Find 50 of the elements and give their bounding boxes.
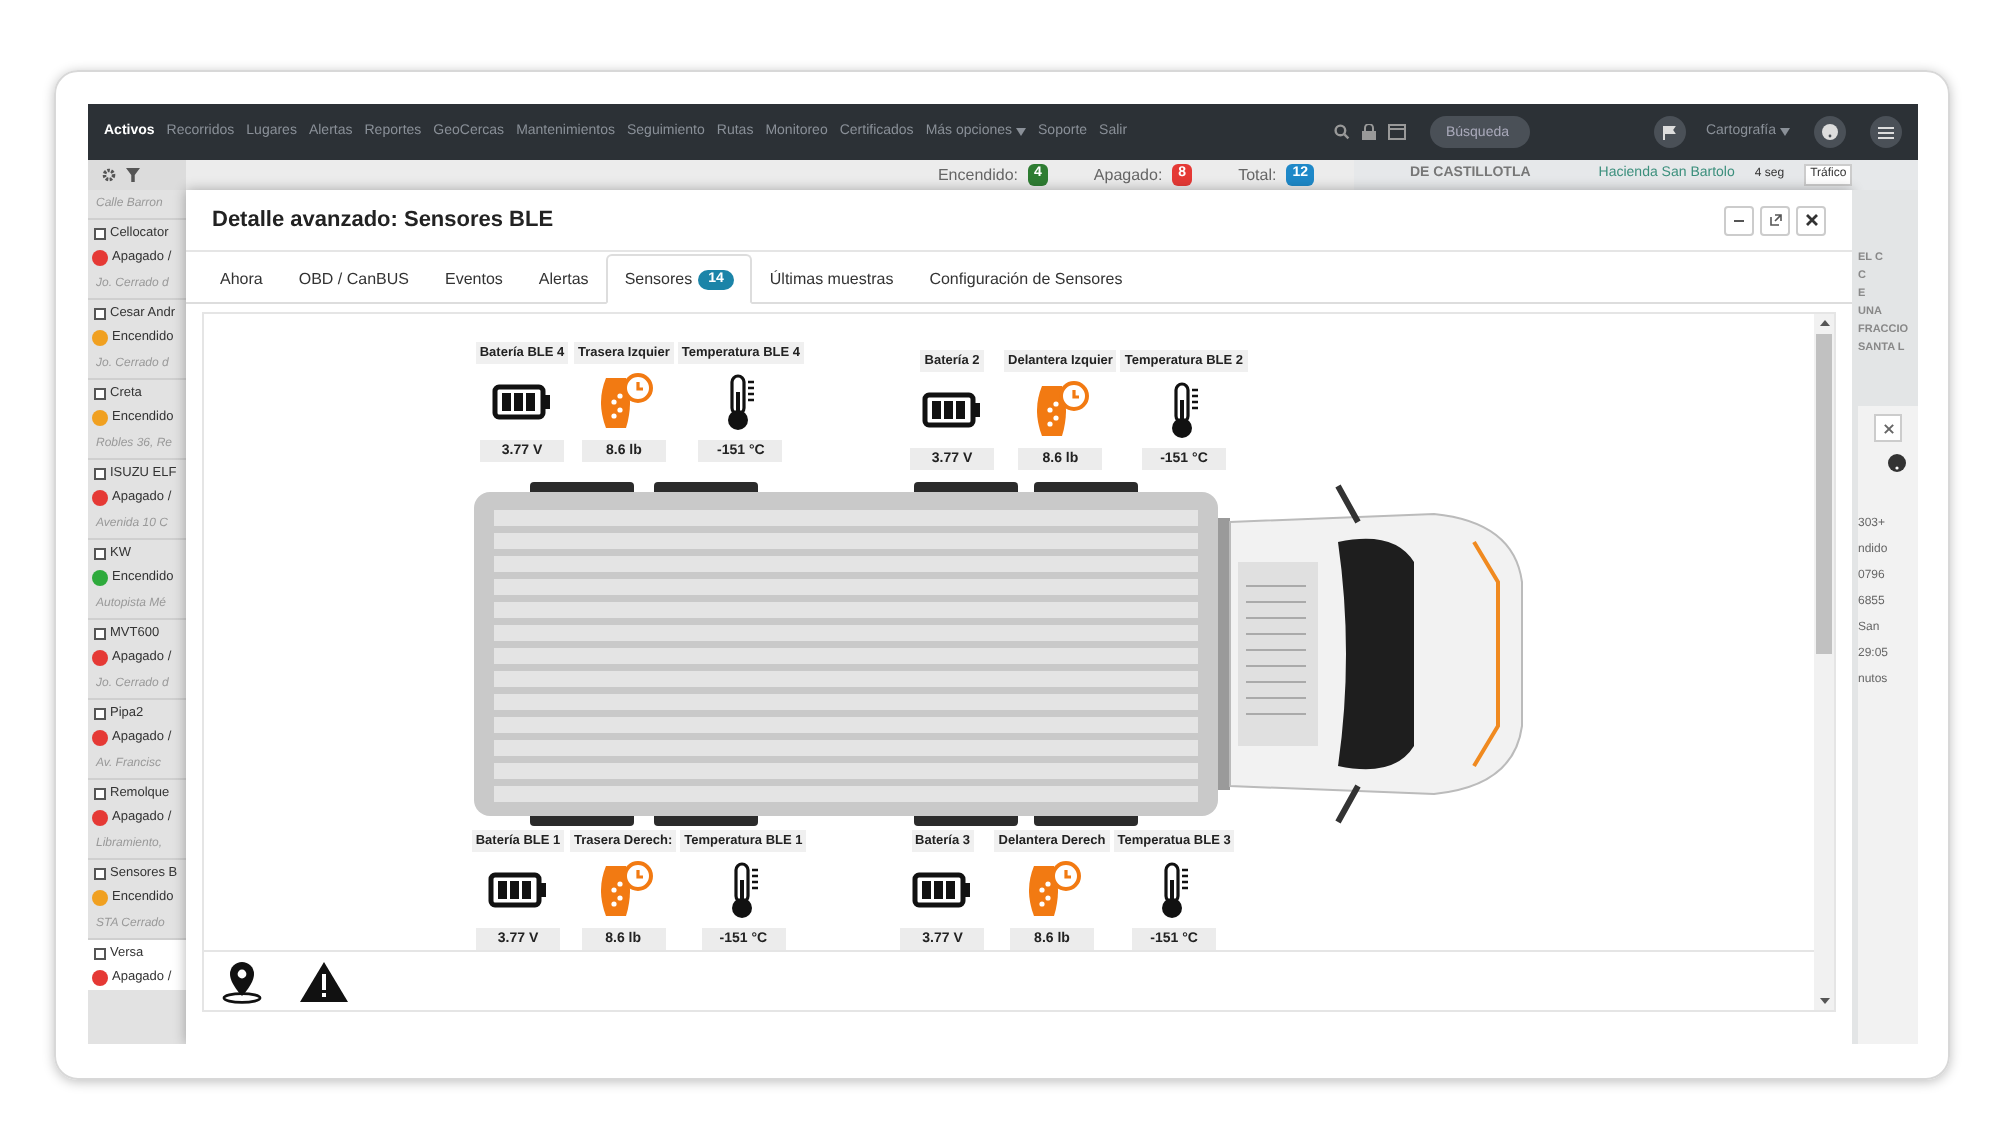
checkbox[interactable] [94,707,106,719]
dialog-title: Detalle avanzado: Sensores BLE [212,205,554,236]
minimize-button[interactable] [1724,205,1754,235]
checkbox[interactable] [94,387,106,399]
popout-icon [1769,214,1781,226]
thermometer-icon [1156,860,1193,920]
battery-icon [492,384,552,420]
battery-icon [488,872,548,908]
thermometer-icon [722,372,759,432]
checkbox[interactable] [94,867,106,879]
tab[interactable]: Alertas [520,254,607,304]
checkbox[interactable] [94,307,106,319]
close-icon [1883,423,1893,433]
checkbox[interactable] [94,227,106,239]
lock-icon[interactable] [1361,124,1376,140]
warning-icon[interactable] [300,961,348,1001]
checkbox[interactable] [94,947,106,959]
flag-button[interactable] [1653,116,1686,148]
caret-icon [1780,128,1790,136]
tab[interactable]: OBD / CanBUS [280,254,427,304]
close-button[interactable] [1796,205,1826,235]
help-button[interactable] [1814,116,1846,148]
tab[interactable]: Ahora [202,254,281,304]
gear-icon[interactable] [102,168,116,182]
menu-button[interactable] [1870,116,1902,148]
help-icon [1822,124,1838,140]
filter-icon[interactable] [126,168,140,182]
checkbox[interactable] [94,627,106,639]
checkbox[interactable] [94,547,106,559]
flag-icon [1662,125,1677,139]
scrollbar-thumb[interactable] [1816,334,1832,654]
popout-button[interactable] [1760,205,1790,235]
menu-icon [1878,125,1894,139]
count-label: Encendido: [937,163,1018,187]
checkbox[interactable] [94,787,106,799]
count-label: Apagado: [1093,163,1163,187]
tab[interactable]: Eventos [427,254,521,304]
minimize-icon [1734,219,1744,221]
window-icon[interactable] [1387,124,1406,140]
tab[interactable]: Configuración de Sensores [911,254,1141,304]
help-icon[interactable] [1888,454,1906,472]
battery-icon [922,392,983,428]
tab[interactable]: Últimas muestras [751,254,912,304]
search-icon[interactable] [1333,124,1350,140]
count-label: Total: [1238,163,1277,187]
battery-icon [912,872,973,908]
location-pin-icon[interactable] [220,959,264,1003]
close-icon [1805,214,1817,226]
scrollbar[interactable] [1814,314,1834,1010]
checkbox[interactable] [94,467,106,479]
